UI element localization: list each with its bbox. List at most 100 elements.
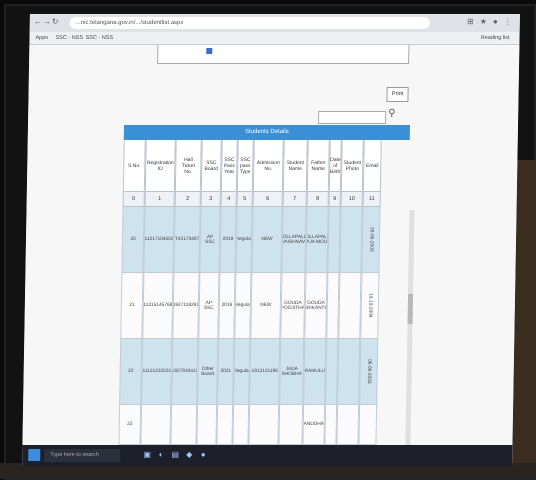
cell-ssc-board: Other Board	[197, 339, 219, 405]
cell-ssc-pass-year: 2019	[218, 273, 236, 339]
top-panel	[157, 45, 410, 64]
cell-email: 26-06-2003	[361, 207, 381, 273]
header-student-name[interactable]: Student Name	[282, 140, 308, 192]
menu-icon[interactable]: ⋮	[504, 17, 512, 26]
col-index: 8	[306, 192, 329, 207]
cell-father-name: GOUDA SRIKANTH	[304, 273, 328, 339]
cell-registration-id: 2111212232211	[141, 339, 173, 405]
cell-ssc-pass-year: 2021	[217, 339, 235, 405]
table-search-input[interactable]	[318, 111, 387, 124]
students-table: Students Details S.No. Registration ID H…	[118, 125, 411, 445]
cell-hall-ticket: T42170407	[173, 207, 201, 273]
col-index: 2	[174, 192, 201, 207]
table-row[interactable]: 22 2111212232211 1927910411 Other Board …	[119, 339, 406, 405]
scrollbar-thumb[interactable]	[407, 294, 414, 324]
header-email[interactable]: Email	[362, 140, 382, 192]
cell-ssc-pass-type: Regular	[235, 207, 253, 273]
address-bar[interactable]: ...nic.telangana.gov.in/.../studentlist.…	[69, 17, 430, 29]
cell-ssc-board: AP SSC	[199, 207, 221, 273]
cell-sno: 21	[120, 273, 144, 339]
cell-date-of-birth	[324, 405, 338, 445]
cell-ssc-pass-type: Regular	[234, 273, 252, 339]
cell-sno: 23	[118, 405, 142, 445]
header-ssc-pass-year[interactable]: SSC Pass Year	[220, 140, 238, 192]
cell-father-name: GOLLAPALLY RAJA MOULI	[305, 207, 329, 273]
bookmark-apps[interactable]: Apps	[35, 35, 48, 41]
col-index: 7	[282, 192, 307, 207]
search-icon[interactable]: ⚲	[388, 108, 396, 119]
cell-student-name: GOLLAPALLY VAISHNAVI	[281, 207, 307, 273]
cell-student-photo	[338, 273, 362, 339]
browser-toolbar: ← → ↻ ...nic.telangana.gov.in/.../studen…	[29, 14, 520, 32]
cell-student-name: GOUDA POOJITHA	[280, 273, 306, 339]
table-title: Students Details	[123, 125, 411, 140]
cell-ssc-board: AP SSC	[198, 273, 220, 339]
col-index: 9	[328, 192, 341, 207]
cell-student-photo	[336, 405, 360, 445]
header-registration-id[interactable]: Registration ID	[144, 140, 176, 192]
bookmark-star-icon[interactable]: ★	[480, 17, 487, 26]
table-header-row: S.No. Registration ID Hall Ticket No. SS…	[122, 140, 410, 192]
cell-student-name: JADA SHOBHA	[279, 339, 305, 405]
task-view-icon[interactable]: ▣	[142, 449, 152, 461]
header-sno[interactable]: S.No.	[122, 140, 146, 192]
forward-icon[interactable]: →	[43, 17, 51, 26]
cell-ssc-pass-type	[232, 405, 250, 445]
store-icon[interactable]: ◆	[184, 449, 194, 461]
reload-icon[interactable]: ↻	[52, 17, 59, 26]
cell-student-photo	[339, 207, 363, 273]
header-hall-ticket[interactable]: Hall Ticket No.	[174, 140, 202, 192]
col-index: 5	[236, 192, 253, 207]
table-row[interactable]: 20 2112171045027 T42170407 AP SSC 2019 R…	[121, 207, 408, 273]
taskbar-search[interactable]: Type here to search	[44, 449, 121, 462]
cell-admission-no: NEW	[251, 207, 283, 273]
header-date-of-birth[interactable]: Date of Birth	[328, 140, 342, 192]
translate-icon[interactable]: ⊞	[467, 17, 474, 26]
col-index: 3	[200, 192, 221, 207]
cell-father-name: RAMULU	[303, 339, 327, 405]
cell-admission-no	[248, 405, 280, 445]
header-admission-no[interactable]: Admission No.	[252, 140, 284, 192]
col-index: 0	[122, 192, 145, 207]
bookmark-ssc-nss-2[interactable]: SSC - NSS	[85, 35, 113, 41]
cell-hall-ticket: 1927119291	[172, 273, 200, 339]
header-ssc-pass-type[interactable]: SSC pass Type	[236, 140, 254, 192]
cell-ssc-pass-year: 2019	[219, 207, 237, 273]
reading-list[interactable]: Reading list	[481, 35, 510, 41]
cell-registration-id: 2112151457684	[142, 273, 174, 339]
cell-hall-ticket: 1927910411	[171, 339, 199, 405]
col-index: 1	[144, 192, 175, 207]
cell-email: 06-06-2003	[359, 339, 379, 405]
cell-student-photo	[337, 339, 361, 405]
col-index: 6	[252, 192, 283, 207]
table-row[interactable]: 21 2112151457684 1927119291 AP SSC 2019 …	[120, 273, 407, 339]
cell-registration-id	[140, 405, 172, 445]
cell-email: 10-10-2004	[360, 273, 380, 339]
cell-admission-no: 1912121196	[249, 339, 281, 405]
windows-taskbar: Type here to search ▣ ◐ ▤ ◆ ●	[22, 445, 513, 466]
table-row[interactable]: 23 ANDDHA	[118, 405, 405, 445]
header-ssc-board[interactable]: SSC Board	[200, 140, 222, 192]
edge-icon[interactable]: ◐	[156, 449, 166, 461]
print-button[interactable]: Print	[386, 87, 409, 102]
header-father-name[interactable]: Father Name	[306, 140, 330, 192]
header-student-photo[interactable]: Student Photo	[340, 140, 364, 192]
col-index: 11	[362, 192, 381, 207]
cell-father-name: ANDDHA	[302, 405, 326, 445]
windows-start-icon[interactable]	[28, 449, 41, 461]
cell-student-name	[278, 405, 304, 445]
col-index: 10	[340, 192, 363, 207]
browser-actions: ⊞ ★ ● ⋮	[467, 17, 512, 26]
bookmark-ssc-nss-1[interactable]: SSC - NSS	[55, 35, 83, 41]
cell-ssc-pass-year	[216, 405, 234, 445]
profile-icon[interactable]: ●	[493, 17, 498, 26]
cell-ssc-board	[196, 405, 218, 445]
cell-registration-id: 2112171045027	[143, 207, 175, 273]
cell-email	[358, 405, 378, 445]
bookmarks-bar: Apps SSC - NSS SSC - NSS Reading list	[29, 32, 520, 45]
back-icon[interactable]: ←	[34, 17, 42, 26]
chrome-icon[interactable]: ●	[198, 449, 208, 461]
col-index: 4	[220, 192, 237, 207]
file-explorer-icon[interactable]: ▤	[170, 449, 180, 461]
cell-admission-no: NEW	[250, 273, 282, 339]
